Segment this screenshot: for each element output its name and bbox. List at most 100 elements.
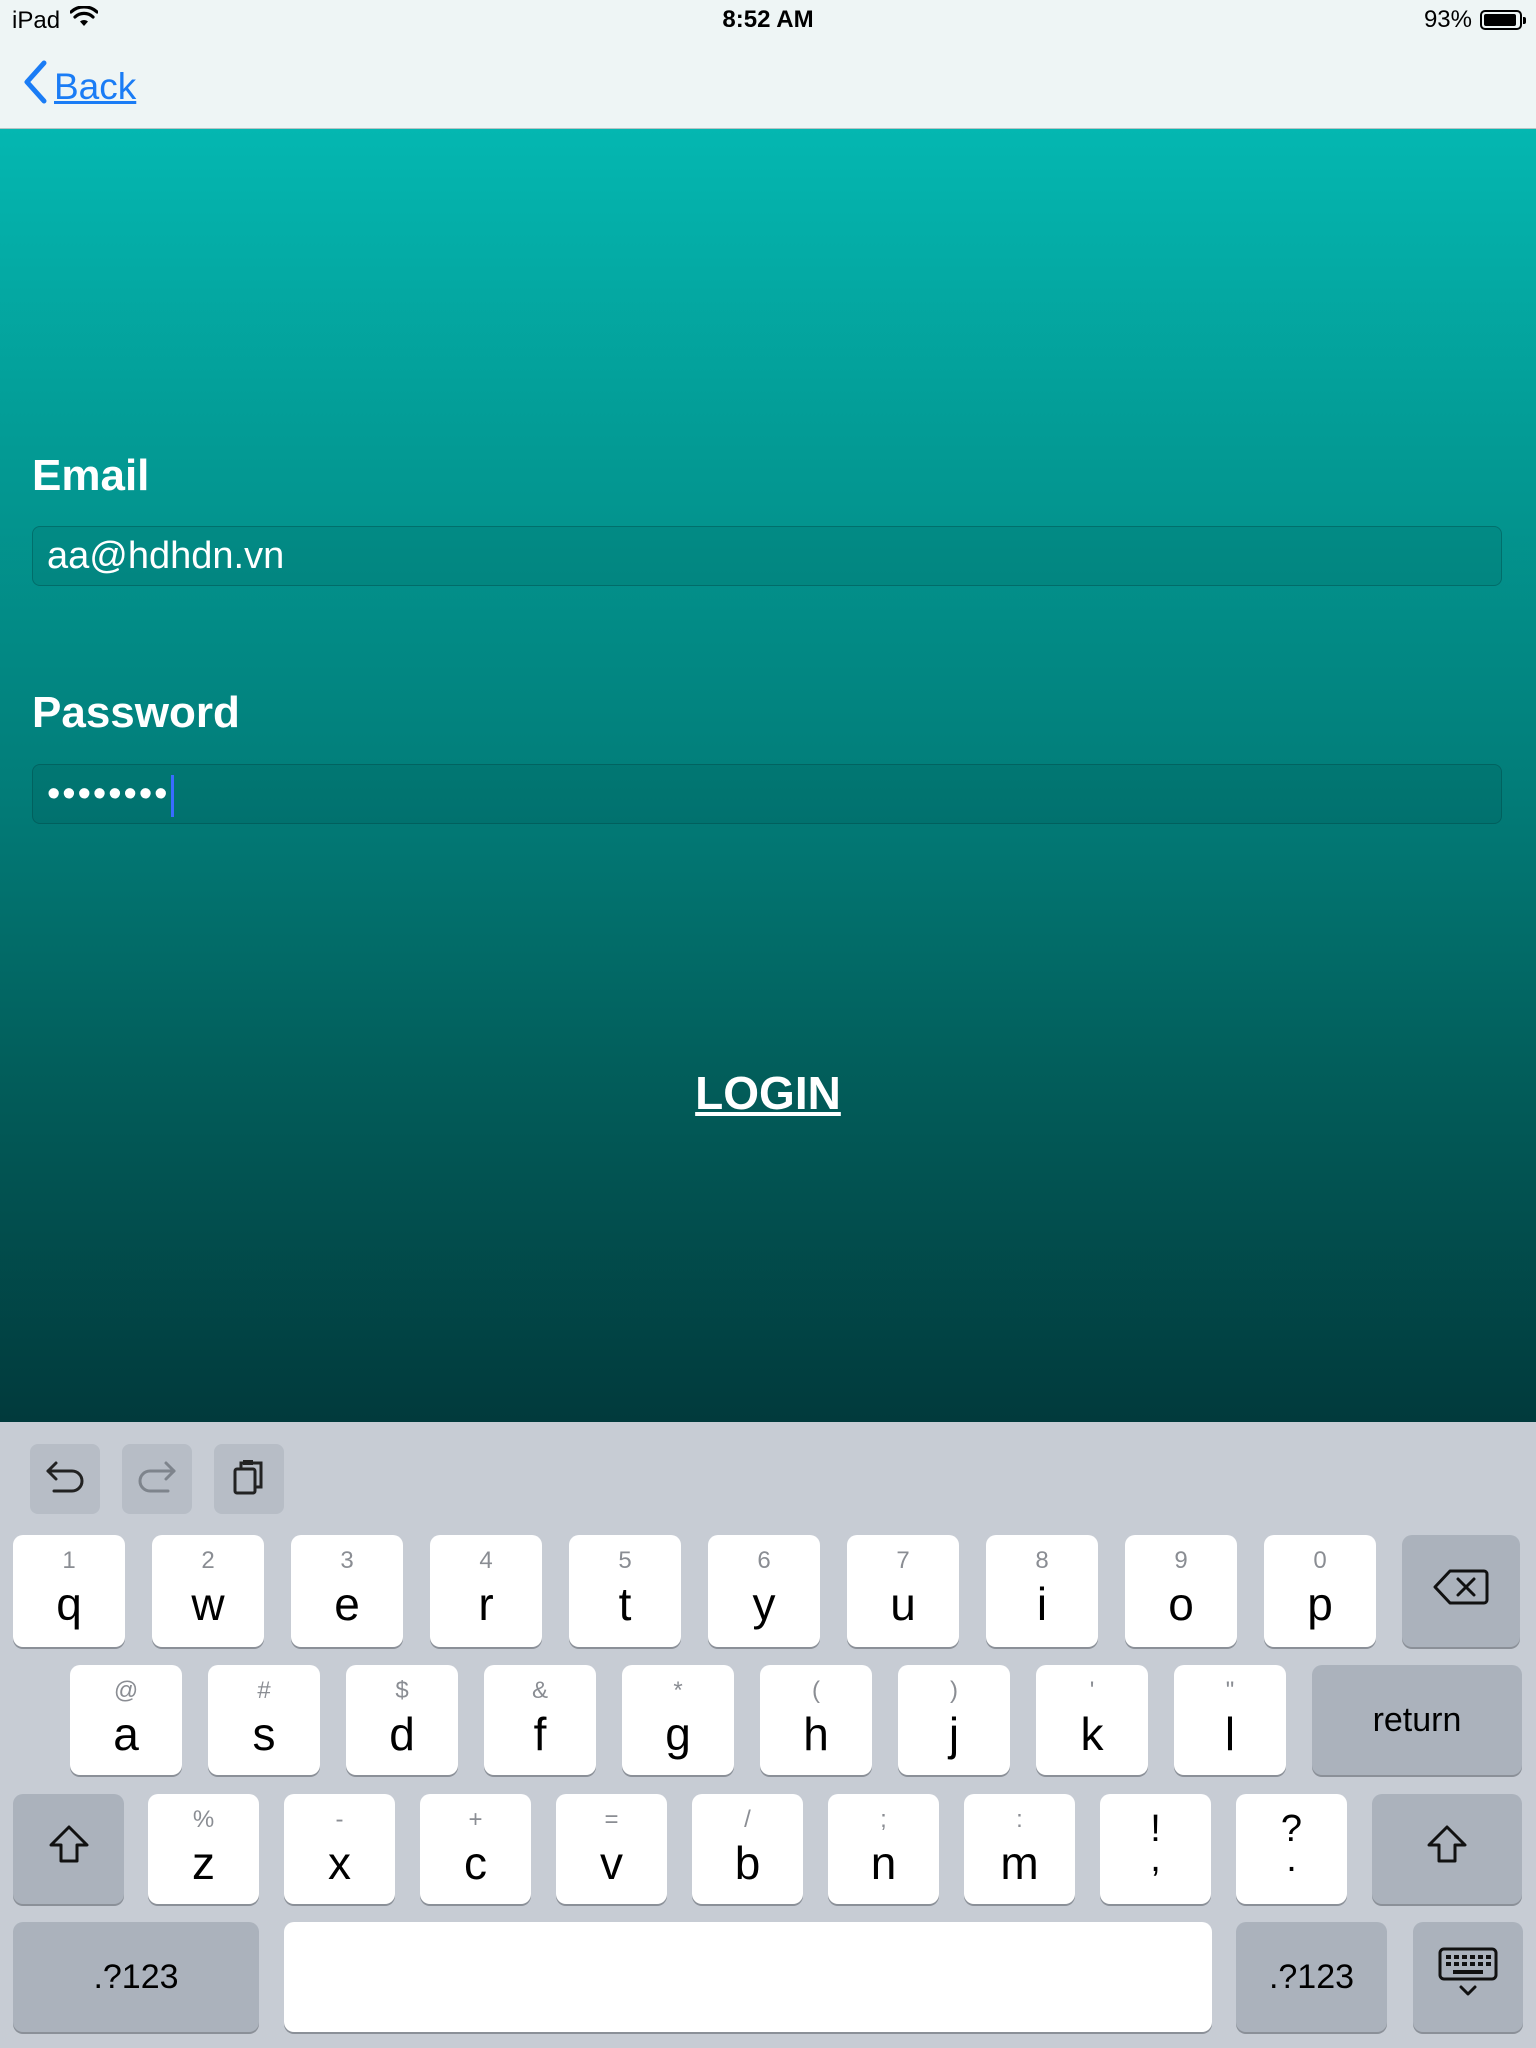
shift-key-right[interactable] <box>1372 1794 1522 1904</box>
key-char: t <box>618 1578 632 1630</box>
key-g[interactable]: * g <box>622 1665 734 1775</box>
key-z[interactable]: % z <box>148 1794 259 1904</box>
redo-button[interactable] <box>122 1444 192 1514</box>
key-secondary-char: 8 <box>1035 1547 1049 1574</box>
paste-button[interactable] <box>214 1444 284 1514</box>
key-t[interactable]: 5t <box>569 1535 681 1647</box>
nav-bar: Back <box>0 40 1536 129</box>
key-char: a <box>113 1708 139 1760</box>
key-q[interactable]: 1q <box>13 1535 125 1647</box>
status-time: 8:52 AM <box>722 6 814 33</box>
status-right: 93% <box>1423 6 1526 34</box>
key-h[interactable]: (h <box>760 1665 872 1775</box>
key-r[interactable]: 4r <box>430 1535 542 1647</box>
key-char: m <box>1000 1837 1039 1889</box>
key-char: w <box>191 1578 225 1630</box>
key-char: o <box>1168 1578 1194 1630</box>
key-w[interactable]: 2w <box>152 1535 264 1647</box>
redo-icon <box>134 1457 180 1502</box>
key-secondary-char: * <box>673 1677 683 1704</box>
key-y[interactable]: 6y <box>708 1535 820 1647</box>
numbers-key-left[interactable]: .?123 <box>13 1922 259 2032</box>
key-char: l <box>1224 1708 1236 1760</box>
key-char: y <box>752 1578 776 1630</box>
numbers-label-right: .?123 <box>1268 1957 1355 1996</box>
key-char-bottom: . <box>1286 1838 1297 1880</box>
key-k[interactable]: ' k <box>1036 1665 1148 1775</box>
key-x[interactable]: -x <box>284 1794 395 1904</box>
key-secondary-char: ; <box>880 1806 887 1833</box>
key-secondary-char: = <box>604 1806 619 1833</box>
dismiss-keyboard-key[interactable] <box>1413 1922 1523 2032</box>
key-i[interactable]: 8i <box>986 1535 1098 1647</box>
key-secondary-char: " <box>1225 1677 1235 1704</box>
key-c[interactable]: + c <box>420 1794 531 1904</box>
email-value: aa@hdhdn.vn <box>47 535 285 577</box>
login-form: Email aa@hdhdn.vn Password •••••••• LOGI… <box>0 129 1536 1422</box>
key-secondary-char: % <box>192 1806 215 1833</box>
email-field[interactable]: aa@hdhdn.vn <box>32 526 1502 586</box>
backspace-icon <box>1432 1567 1490 1616</box>
shift-key-left[interactable] <box>13 1794 124 1904</box>
battery-percent: 93% <box>1423 6 1472 33</box>
key-char: h <box>803 1708 829 1760</box>
key-punctuation[interactable]: ?. <box>1236 1794 1347 1904</box>
key-char: u <box>890 1578 916 1630</box>
space-key[interactable] <box>284 1922 1212 2032</box>
password-field[interactable]: •••••••• <box>32 764 1502 824</box>
key-secondary-char: 1 <box>62 1547 76 1574</box>
key-char: i <box>1036 1578 1048 1630</box>
key-a[interactable]: @ a <box>70 1665 182 1775</box>
clipboard-icon <box>229 1457 269 1502</box>
key-secondary-char: $ <box>395 1677 409 1704</box>
key-secondary-char: : <box>1016 1806 1023 1833</box>
key-secondary-char: 6 <box>757 1547 771 1574</box>
undo-icon <box>42 1457 88 1502</box>
login-button[interactable]: LOGIN <box>0 1066 1536 1120</box>
password-value: •••••••• <box>47 773 170 815</box>
key-f[interactable]: & f <box>484 1665 596 1775</box>
key-p[interactable]: 0p <box>1264 1535 1376 1647</box>
key-n[interactable]: ; n <box>828 1794 939 1904</box>
shift-icon <box>1425 1823 1469 1876</box>
key-u[interactable]: 7u <box>847 1535 959 1647</box>
battery-icon <box>1480 10 1526 30</box>
text-caret <box>171 774 175 817</box>
key-char: f <box>533 1708 547 1760</box>
key-punctuation[interactable]: !, <box>1100 1794 1211 1904</box>
key-secondary-char: + <box>468 1806 483 1833</box>
key-b[interactable]: / b <box>692 1794 803 1904</box>
key-v[interactable]: = v <box>556 1794 667 1904</box>
key-char: x <box>328 1837 351 1889</box>
key-char: e <box>334 1578 360 1630</box>
key-char: g <box>665 1708 691 1760</box>
key-char: k <box>1080 1708 1104 1760</box>
key-char: r <box>478 1578 494 1630</box>
key-char: z <box>192 1837 215 1889</box>
key-j[interactable]: ) j <box>898 1665 1010 1775</box>
key-secondary-char: ( <box>812 1677 820 1704</box>
undo-button[interactable] <box>30 1444 100 1514</box>
status-bar: iPad 8:52 AM 93% <box>0 0 1536 40</box>
key-l[interactable]: " l <box>1174 1665 1286 1775</box>
key-m[interactable]: :m <box>964 1794 1075 1904</box>
key-char: c <box>464 1837 487 1889</box>
return-key[interactable]: return <box>1312 1665 1522 1775</box>
back-label: Back <box>54 65 137 107</box>
back-button[interactable]: Back <box>22 60 136 113</box>
key-s[interactable]: # s <box>208 1665 320 1775</box>
keyboard: 1q2w3e4r5t6y7u8i9o0p @ a # s $ d & f * g(h) j ' k " l … <box>0 1422 1536 2048</box>
key-o[interactable]: 9o <box>1125 1535 1237 1647</box>
key-e[interactable]: 3e <box>291 1535 403 1647</box>
key-d[interactable]: $ d <box>346 1665 458 1775</box>
numbers-key-right[interactable]: .?123 <box>1236 1922 1387 2032</box>
return-label: return <box>1372 1700 1462 1739</box>
keyboard-dismiss-icon <box>1437 1945 1499 2010</box>
email-label: Email <box>32 451 150 500</box>
battery-fill <box>1484 14 1516 26</box>
key-secondary-char: 4 <box>479 1547 493 1574</box>
key-char: p <box>1307 1578 1333 1630</box>
key-secondary-char: 2 <box>201 1547 215 1574</box>
delete-key[interactable] <box>1402 1535 1520 1647</box>
key-char: s <box>252 1708 276 1760</box>
